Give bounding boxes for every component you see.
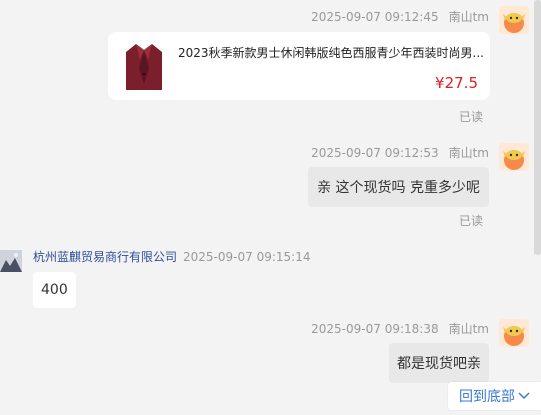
message-time: 2025-09-07 09:12:45 xyxy=(311,10,439,24)
message-sender: 南山tm xyxy=(448,146,489,160)
product-title[interactable]: 2023秋季新款男士休闲韩版纯色西服青少年西装时尚男... xyxy=(178,44,484,61)
back-to-bottom-button[interactable]: 回到底部 xyxy=(448,382,541,410)
blazer-thumbnail xyxy=(126,44,162,90)
message-header: 2025-09-07 09:12:45 南山tm xyxy=(311,8,489,25)
message-bubble[interactable]: 400 xyxy=(33,272,76,308)
message-time: 2025-09-07 09:12:53 xyxy=(311,146,439,160)
shop-avatar-icon[interactable] xyxy=(0,250,22,272)
message-header: 2025-09-07 09:18:38 南山tm xyxy=(311,320,489,337)
back-to-bottom-label: 回到底部 xyxy=(459,389,515,405)
read-status: 已读 xyxy=(458,214,483,228)
message-sender: 南山tm xyxy=(448,10,489,24)
cow-avatar-icon[interactable] xyxy=(499,6,529,34)
cow-avatar-icon[interactable] xyxy=(499,319,529,347)
message-bubble[interactable]: 都是现货吧亲 xyxy=(389,343,489,383)
message-sender: 南山tm xyxy=(448,322,489,336)
message-time: 2025-09-07 09:18:38 xyxy=(311,322,439,336)
message-time: 2025-09-07 09:15:14 xyxy=(183,250,311,264)
shop-name[interactable]: 杭州蓝麒贸易商行有限公司 xyxy=(33,250,177,264)
chat-scrollbar[interactable] xyxy=(534,0,541,255)
cow-avatar-icon[interactable] xyxy=(499,143,529,171)
message-header: 杭州蓝麒贸易商行有限公司 2025-09-07 09:15:14 xyxy=(33,248,310,265)
message-header: 2025-09-07 09:12:53 南山tm xyxy=(311,144,489,161)
product-card[interactable]: 2023秋季新款男士休闲韩版纯色西服青少年西装时尚男... ¥27.5 xyxy=(108,32,490,100)
chevron-down-icon xyxy=(518,392,530,400)
product-price: ¥27.5 xyxy=(435,74,478,92)
read-status: 已读 xyxy=(458,110,483,124)
message-bubble[interactable]: 亲 这个现货吗 克重多少呢 xyxy=(308,167,489,207)
